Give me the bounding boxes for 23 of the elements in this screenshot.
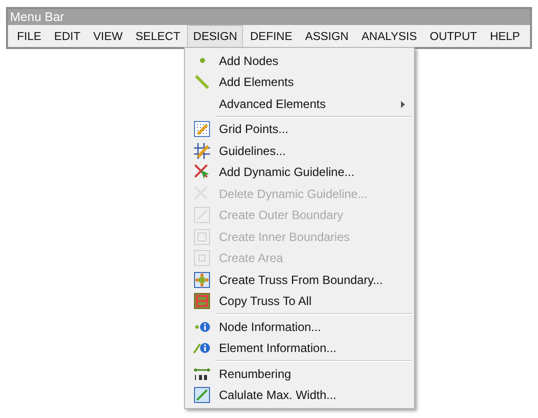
menu-item[interactable]: OUTPUT — [424, 25, 484, 48]
menu-item[interactable]: DESIGN — [187, 25, 244, 48]
menu-entry[interactable]: Grid Points... — [185, 118, 414, 140]
menu-entry[interactable]: Element Information... — [185, 338, 414, 359]
menu-entry[interactable]: Renumbering — [185, 363, 414, 384]
menu-entry[interactable]: Calulate Max. Width... — [185, 384, 414, 406]
menu-item[interactable]: EDIT — [48, 25, 86, 48]
menu-entry[interactable]: Add Elements — [185, 72, 414, 93]
window-title: Menu Bar — [8, 9, 530, 25]
menu-entry[interactable]: Create Truss From Boundary... — [185, 269, 414, 290]
menu-entry[interactable]: Add Dynamic Guideline... — [185, 162, 414, 183]
menu-item[interactable]: DEFINE — [244, 25, 298, 48]
menu-entry[interactable]: Copy Truss To All — [185, 290, 414, 312]
menu-item[interactable]: SELECT — [130, 25, 186, 48]
menu-entry[interactable]: Add Nodes — [185, 50, 414, 72]
menu-entry[interactable]: Advanced Elements — [185, 93, 414, 114]
menu-item[interactable]: ASSIGN — [299, 25, 355, 48]
menu-entry[interactable]: Guidelines... — [185, 140, 414, 162]
menu-item[interactable]: FILE — [11, 25, 48, 48]
menu-item[interactable]: VIEW — [87, 25, 129, 48]
menu-item[interactable]: HELP — [484, 25, 526, 48]
menu-entry[interactable]: Node Information... — [185, 316, 414, 338]
menu-item[interactable]: ANALYSIS — [356, 25, 423, 48]
